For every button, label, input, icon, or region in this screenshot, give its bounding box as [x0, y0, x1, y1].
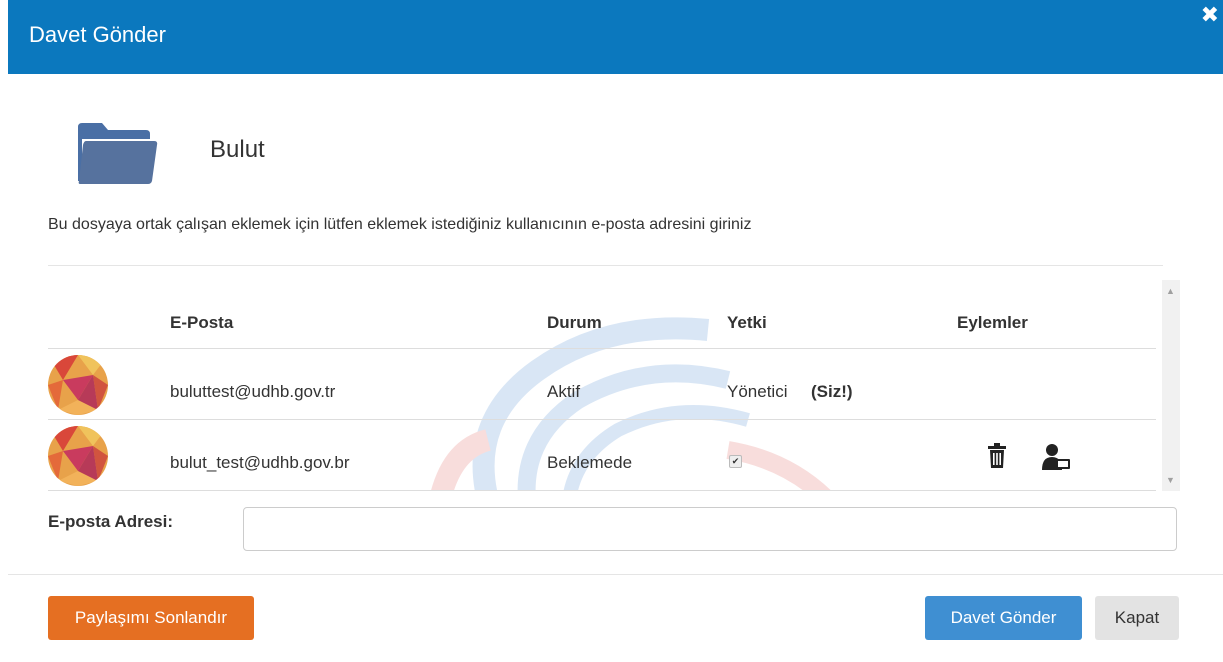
- avatar: [48, 426, 108, 486]
- trash-icon[interactable]: [986, 443, 1008, 469]
- close-button[interactable]: Kapat: [1095, 596, 1179, 640]
- footer-divider: [8, 574, 1223, 575]
- dialog-title: Davet Gönder: [29, 22, 166, 47]
- end-share-button[interactable]: Paylaşımı Sonlandır: [48, 596, 254, 640]
- scroll-down-icon[interactable]: ▼: [1166, 475, 1175, 485]
- row-divider: [48, 348, 1156, 349]
- header-actions: Eylemler: [957, 313, 1028, 332]
- dialog-header: Davet Gönder ✖: [8, 0, 1223, 74]
- table-scrollbar[interactable]: ▲ ▼: [1162, 280, 1180, 491]
- email-field-label: E-posta Adresi:: [48, 512, 174, 531]
- row-divider: [48, 419, 1156, 420]
- row-permission: Yönetici: [727, 382, 788, 401]
- close-icon[interactable]: ✖: [1201, 4, 1219, 26]
- row-status: Beklemede: [547, 453, 633, 472]
- scroll-up-icon[interactable]: ▲: [1166, 286, 1175, 296]
- folder-icon: [78, 123, 158, 184]
- row-email: bulut_test@udhb.gov.br: [170, 453, 350, 472]
- header-status: Durum: [547, 313, 602, 332]
- email-field[interactable]: [243, 507, 1177, 551]
- folder-name: Bulut: [210, 136, 265, 163]
- avatar: [48, 355, 108, 415]
- collaborator-table: E-Posta Durum Yetki Eylemler buluttest@u…: [48, 280, 1180, 491]
- user-monitor-icon[interactable]: [1041, 442, 1071, 472]
- current-user-badge: (Siz!): [811, 382, 853, 401]
- row-divider: [48, 490, 1156, 491]
- divider: [48, 265, 1163, 266]
- send-invite-button[interactable]: Davet Gönder: [925, 596, 1082, 640]
- header-email: E-Posta: [170, 313, 234, 332]
- permission-checkbox[interactable]: ✔: [729, 455, 742, 468]
- row-status: Aktif: [547, 382, 581, 401]
- row-email: buluttest@udhb.gov.tr: [170, 382, 336, 401]
- invite-dialog: Davet Gönder ✖ Bulut Bu dosyaya ortak ça…: [8, 0, 1223, 662]
- dialog-description: Bu dosyaya ortak çalışan eklemek için lü…: [48, 216, 752, 233]
- header-permission: Yetki: [727, 313, 767, 332]
